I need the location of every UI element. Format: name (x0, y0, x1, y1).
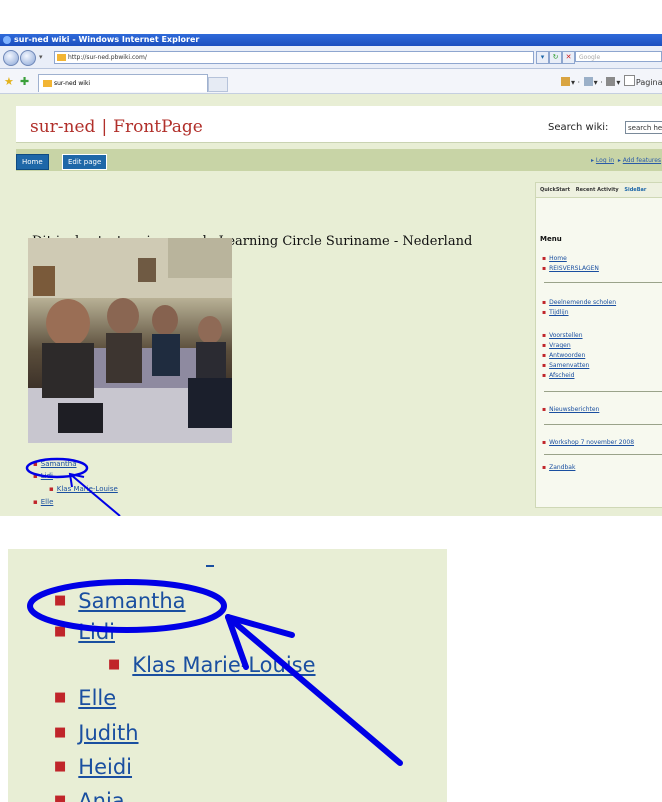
history-dropdown-icon[interactable]: ▾ (39, 53, 43, 61)
tab-label: sur-ned wiki (54, 80, 91, 87)
page-menu-icon[interactable] (623, 75, 635, 86)
print-icon[interactable] (606, 77, 616, 86)
ie-icon (3, 36, 11, 44)
favorites-bar: ★ ✚ sur-ned wiki ▾ · ▾ · ▾ Pagina▾ (0, 69, 662, 94)
highlight-ellipse (27, 579, 227, 633)
add-favorite-icon[interactable]: ✚ (20, 75, 29, 88)
stop-icon[interactable]: ✕ (562, 51, 575, 64)
zoom-annotation-overlay (27, 579, 403, 766)
arrow-line (69, 473, 121, 516)
refresh-icon[interactable]: ↻ (549, 51, 562, 64)
home-icon[interactable] (561, 77, 570, 86)
wiki-page: sur-ned | FrontPage Search wiki: search he… (0, 94, 662, 516)
window-titlebar: sur-ned wiki - Windows Internet Explorer (0, 34, 662, 46)
browser-tab[interactable]: sur-ned wiki (38, 74, 208, 92)
favorites-star-icon[interactable]: ★ (4, 75, 14, 88)
arrow-line (225, 614, 403, 766)
tab-page-icon (43, 80, 52, 87)
forward-button[interactable] (20, 50, 36, 66)
address-dropdown-icon[interactable]: ▾ (536, 51, 549, 64)
navigation-bar: ▾ http://sur-ned.pbwiki.com/ ▾ ↻ ✕ Googl… (0, 46, 662, 69)
back-button[interactable] (3, 50, 19, 66)
highlight-ellipse (25, 457, 89, 479)
zoom-inset: ■ Samantha ■ Lidi ■ Klas Marie-Louise ■ Elle… (8, 549, 447, 802)
annotation-overlay (25, 457, 121, 516)
search-input[interactable]: Google (575, 51, 662, 62)
page-icon (57, 54, 66, 61)
address-text: http://sur-ned.pbwiki.com/ (68, 54, 147, 61)
window-title: sur-ned wiki - Windows Internet Explorer (14, 35, 200, 44)
page-menu-label[interactable]: Pagina (636, 78, 662, 87)
command-bar: ▾ · ▾ · ▾ Pagina▾ (560, 75, 662, 87)
address-bar[interactable]: http://sur-ned.pbwiki.com/ (54, 51, 534, 64)
new-tab-button[interactable] (208, 77, 228, 92)
feeds-icon[interactable] (583, 77, 593, 86)
